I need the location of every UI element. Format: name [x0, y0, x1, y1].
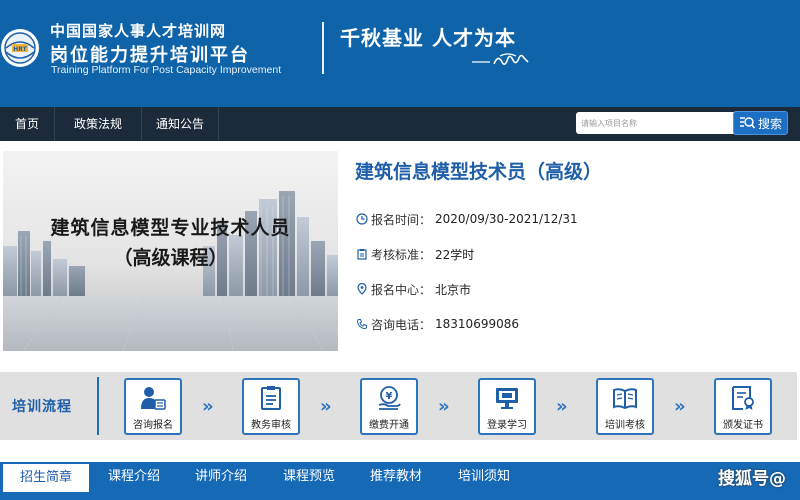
svg-text:HRT: HRT [13, 46, 27, 53]
step-label: 登录学习 [487, 420, 527, 431]
org-name: 中国国家人事人才培训网 [50, 22, 227, 40]
nav-item-notice[interactable]: 通知公告 [142, 107, 218, 141]
step-login-study[interactable]: 登录学习 [478, 378, 536, 435]
header-divider [322, 22, 324, 74]
chevron-right-icon: » [674, 396, 686, 417]
nav-item-home[interactable]: 首页 [0, 107, 54, 141]
site-logo-icon[interactable]: HRT [0, 18, 44, 78]
tab-lecturer-intro[interactable]: 讲师介绍 [183, 462, 259, 492]
clipboard-icon [357, 249, 367, 260]
course-banner[interactable]: 建筑信息模型专业技术人员 （高级课程） [3, 151, 338, 351]
clock-icon [356, 213, 368, 225]
chevron-right-icon: » [320, 396, 332, 417]
tab-course-intro[interactable]: 课程介绍 [96, 462, 172, 492]
search-button[interactable]: 搜索 [733, 111, 788, 135]
info-label: 考核标准： [371, 247, 432, 262]
search-button-label: 搜索 [757, 116, 782, 131]
tab-course-preview[interactable]: 课程预览 [271, 462, 347, 492]
tab-recommended-books[interactable]: 推荐教材 [358, 462, 434, 492]
phone-icon [356, 319, 367, 330]
step-training-exam[interactable]: 培训考核 [596, 378, 654, 435]
info-row-phone: 咨询电话： 18310699086 [356, 315, 519, 333]
nav-divider [218, 107, 219, 141]
step-academic-review[interactable]: 教务审核 [242, 378, 300, 435]
chevron-right-icon: » [556, 396, 568, 417]
step-payment[interactable]: ¥ 缴费开通 [360, 378, 418, 435]
info-label: 报名中心： [371, 282, 432, 297]
step-consult-register[interactable]: 咨询报名 [124, 378, 182, 435]
tab-training-notes[interactable]: 培训须知 [446, 462, 522, 492]
site-header: HRT 中国国家人事人才培训网 岗位能力提升培训平台 Training Plat… [0, 0, 800, 107]
step-label: 教务审核 [251, 420, 291, 431]
banner-title-line1: 建筑信息模型专业技术人员 [50, 217, 291, 239]
nav-item-policy[interactable]: 政策法规 [55, 107, 141, 141]
process-divider [97, 377, 99, 435]
step-label: 颁发证书 [723, 420, 763, 431]
chevron-right-icon: » [202, 396, 214, 417]
course-tabs: 招生简章 课程介绍 讲师介绍 课程预览 推荐教材 培训须知 [0, 462, 800, 500]
step-label: 咨询报名 [133, 420, 173, 431]
step-certificate[interactable]: 颁发证书 [714, 378, 772, 435]
chevron-right-icon: » [438, 396, 450, 417]
signature-icon [472, 53, 529, 66]
certificate-icon [732, 386, 754, 410]
info-value: 22学时 [435, 247, 475, 262]
info-value: 北京市 [435, 282, 472, 297]
monitor-icon [496, 388, 518, 409]
platform-name-en: Training Platform For Post Capacity Impr… [51, 64, 282, 76]
info-label: 报名时间： [371, 212, 432, 227]
location-icon [357, 283, 367, 295]
tab-admission-guide[interactable]: 招生简章 [3, 464, 89, 492]
document-review-icon [261, 386, 281, 410]
course-title: 建筑信息模型技术员（高级） [355, 161, 603, 183]
info-value: 18310699086 [435, 317, 519, 331]
info-value: 2020/09/30-2021/12/31 [435, 212, 578, 226]
step-label: 培训考核 [605, 420, 645, 431]
book-icon [613, 388, 637, 410]
process-title: 培训流程 [12, 399, 72, 415]
info-row-center: 报名中心： 北京市 [356, 280, 471, 298]
yuan-payment-icon: ¥ [378, 386, 401, 410]
search-icon [739, 117, 755, 129]
slogan: 千秋基业 人才为本 [340, 26, 516, 50]
training-process: 培训流程 咨询报名 » 教务审核 » ¥ 缴费开通 » 登录学习 » 培训考核 … [0, 372, 797, 440]
info-label: 咨询电话： [371, 317, 432, 332]
info-row-registration-time: 报名时间： 2020/09/30-2021/12/31 [356, 210, 578, 228]
watermark: 搜狐号@ [718, 469, 786, 489]
page: HRT 中国国家人事人才培训网 岗位能力提升培训平台 Training Plat… [0, 0, 800, 500]
info-row-assessment: 考核标准： 22学时 [356, 245, 474, 263]
search-input[interactable] [576, 112, 736, 134]
step-label: 缴费开通 [369, 420, 409, 431]
user-card-icon [141, 387, 166, 410]
svg-text:¥: ¥ [386, 391, 393, 402]
banner-title-line2: （高级课程） [113, 247, 228, 269]
